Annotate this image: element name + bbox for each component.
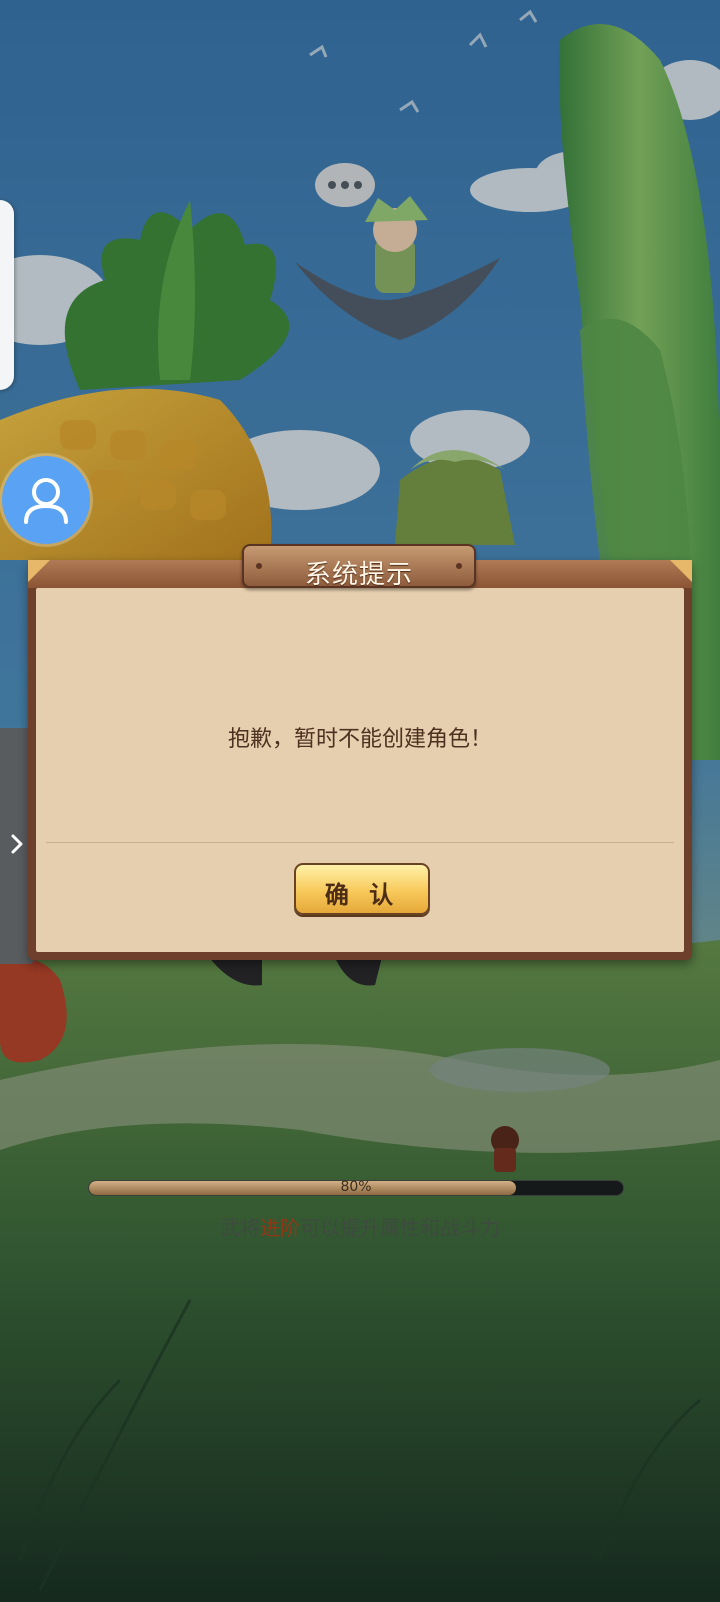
- user-icon: [24, 478, 68, 524]
- float-avatar-button[interactable]: [2, 456, 90, 544]
- confirm-button[interactable]: 确 认: [294, 863, 430, 915]
- dialog-message: 抱歉，暂时不能创建角色！: [227, 727, 492, 752]
- dialog-body: 抱歉，暂时不能创建角色！ 确 认: [36, 588, 684, 952]
- dialog-title: 系统提示: [304, 560, 413, 590]
- dialog-divider: [46, 842, 674, 843]
- dialog-title-plate: 系统提示: [242, 544, 476, 590]
- confirm-button-label: 确 认: [324, 881, 400, 909]
- system-dialog: 抱歉，暂时不能创建角色！ 确 认 系统提示: [28, 544, 692, 960]
- loading-percent: 80%: [340, 1179, 372, 1195]
- loading-tip-highlight: 进阶: [260, 1216, 300, 1240]
- floating-side-panel[interactable]: [0, 200, 14, 390]
- loading-tip-suffix: 可以提升属性和战斗力: [300, 1216, 500, 1240]
- loading-tip-prefix: 武将: [220, 1216, 260, 1240]
- loading-tip: 武将进阶可以提升属性和战斗力: [0, 1212, 720, 1241]
